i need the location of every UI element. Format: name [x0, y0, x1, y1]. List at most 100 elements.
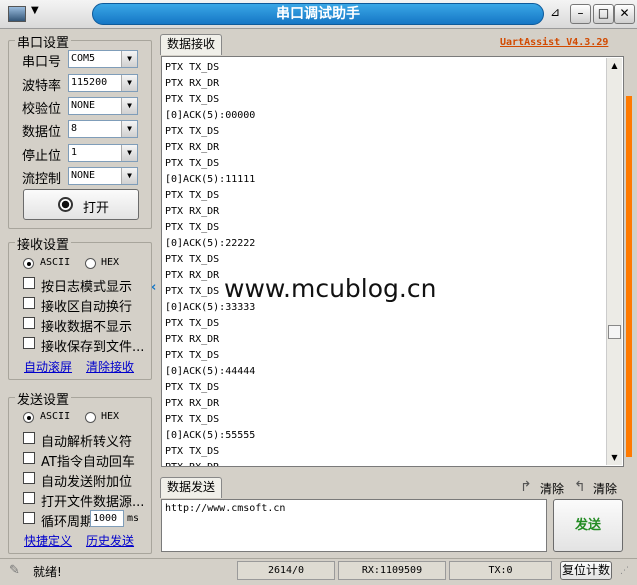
receive-line: PTX RX_DR	[165, 78, 220, 89]
receive-line: PTX TX_DS	[165, 190, 220, 201]
recv-option-checkbox[interactable]	[23, 277, 35, 289]
send-option-label: 自动解析转义符	[41, 435, 133, 450]
send-option-checkbox[interactable]	[23, 472, 35, 484]
receive-line: PTX TX_DS	[165, 350, 220, 361]
clear-arrow-icon: ↱	[520, 479, 532, 495]
send-input[interactable]: http://www.cmsoft.cn	[161, 499, 547, 552]
parity-select[interactable]: NONE ▼	[68, 97, 138, 115]
scroll-thumb[interactable]	[608, 325, 621, 339]
flowcontrol-label: 流控制	[22, 172, 62, 187]
recv-option-checkbox[interactable]	[23, 337, 35, 349]
receive-line: PTX TX_DS	[165, 446, 220, 457]
clear-button-2[interactable]: 清除	[593, 480, 617, 497]
port-label: 串口号	[22, 55, 62, 70]
receive-line: PTX TX_DS	[165, 94, 220, 105]
receive-settings-title: 接收设置	[15, 234, 72, 253]
send-ascii-radio[interactable]	[23, 412, 34, 423]
send-option-checkbox[interactable]	[23, 452, 35, 464]
serial-settings-title: 串口设置	[15, 32, 72, 51]
side-accent-strip	[626, 96, 632, 457]
receive-line: PTX RX_DR	[165, 206, 220, 217]
receive-line: [0]ACK(5):11111	[165, 174, 256, 185]
clear-receive-link[interactable]: 清除接收	[86, 358, 134, 375]
port-select[interactable]: COM5 ▼	[68, 50, 138, 68]
pin-icon[interactable]: ⊿	[550, 5, 560, 19]
clear-button-1[interactable]: 清除	[540, 480, 564, 497]
scroll-down-icon[interactable]: ▼	[607, 450, 622, 465]
recv-option-checkbox[interactable]	[23, 317, 35, 329]
reset-count-button[interactable]: 复位计数	[560, 561, 612, 580]
receive-line: PTX TX_DS	[165, 382, 220, 393]
collapse-panel-icon[interactable]: ‹	[151, 280, 159, 304]
receive-line: [0]ACK(5):00000	[165, 110, 256, 121]
close-button[interactable]: ✕	[614, 4, 635, 24]
chevron-down-icon: ▼	[121, 168, 137, 184]
send-option-checkbox[interactable]	[23, 432, 35, 444]
shortcuts-link[interactable]: 快捷定义	[24, 532, 72, 549]
chevron-down-icon: ▼	[121, 98, 137, 114]
databits-label: 数据位	[22, 125, 62, 140]
maximize-button[interactable]: □	[593, 4, 614, 24]
receive-area[interactable]: PTX TX_DS PTX RX_DR PTX TX_DS [0]ACK(5):000…	[161, 56, 624, 467]
recv-ascii-radio[interactable]	[23, 258, 34, 269]
chevron-down-icon[interactable]: ▼	[31, 5, 45, 16]
send-hex-label: HEX	[101, 411, 120, 422]
scroll-up-icon[interactable]: ▲	[607, 58, 622, 73]
flowcontrol-select[interactable]: NONE ▼	[68, 167, 138, 185]
ready-icon: ✎	[9, 563, 20, 578]
minimize-button[interactable]: –	[570, 4, 591, 24]
baud-label: 波特率	[22, 79, 62, 94]
receive-line: PTX TX_DS	[165, 254, 220, 265]
receive-line: PTX TX_DS	[165, 158, 220, 169]
receive-line: PTX RX_DR	[165, 334, 220, 345]
ready-text: 就绪!	[33, 565, 62, 579]
watermark-text: www.mcublog.cn	[224, 274, 437, 303]
cycle-input[interactable]: 1000	[90, 510, 124, 527]
recv-option-label: 接收保存到文件...	[41, 340, 145, 355]
app-icon[interactable]	[8, 6, 26, 22]
receive-line: PTX TX_DS	[165, 222, 220, 233]
chevron-down-icon: ▼	[121, 51, 137, 67]
receive-line: PTX TX_DS	[165, 62, 220, 73]
baud-select[interactable]: 115200 ▼	[68, 74, 138, 92]
recv-ascii-label: ASCII	[40, 257, 71, 268]
receive-scrollbar[interactable]: ▲ ▼	[606, 58, 622, 465]
recv-option-checkbox[interactable]	[23, 297, 35, 309]
receive-line: PTX TX_DS	[165, 126, 220, 137]
recv-option-label: 接收数据不显示	[41, 320, 133, 335]
databits-select[interactable]: 8 ▼	[68, 120, 138, 138]
chevron-down-icon: ▼	[121, 121, 137, 137]
recv-hex-radio[interactable]	[85, 258, 96, 269]
tab-data-receive[interactable]: 数据接收	[160, 34, 222, 55]
cycle-checkbox[interactable]	[23, 512, 35, 524]
tab-data-send[interactable]: 数据发送	[160, 477, 222, 498]
send-ascii-label: ASCII	[40, 411, 71, 422]
auto-scroll-link[interactable]: 自动滚屏	[24, 358, 72, 375]
stopbits-select[interactable]: 1 ▼	[68, 144, 138, 162]
recv-option-label: 接收区自动换行	[41, 300, 133, 315]
send-button[interactable]: 发送	[553, 499, 623, 552]
version-link[interactable]: UartAssist V4.3.29	[500, 37, 608, 48]
rx-counter: RX:1109509	[338, 561, 446, 580]
power-icon	[58, 197, 73, 212]
history-link[interactable]: 历史发送	[86, 532, 134, 549]
cycle-label: 循环周期	[41, 515, 94, 530]
cycle-unit: ms	[127, 513, 140, 524]
recv-hex-label: HEX	[101, 257, 120, 268]
receive-line: PTX TX_DS	[165, 414, 220, 425]
send-hex-radio[interactable]	[85, 412, 96, 423]
receive-line: PTX RX_DR	[165, 460, 255, 466]
tx-counter: TX:0	[449, 561, 552, 580]
send-option-label: 自动发送附加位	[41, 475, 133, 490]
send-option-checkbox[interactable]	[23, 492, 35, 504]
recv-option-label: 按日志模式显示	[41, 280, 133, 295]
chevron-down-icon: ▼	[121, 145, 137, 161]
counter-display: 2614/0	[237, 561, 335, 580]
receive-line: [0]ACK(5):22222	[165, 238, 256, 249]
open-port-button[interactable]: 打开	[23, 189, 139, 220]
send-settings-title: 发送设置	[15, 389, 72, 408]
resize-grip-icon[interactable]: ⋰	[620, 566, 629, 576]
send-text: http://www.cmsoft.cn	[165, 503, 286, 514]
receive-line: [0]ACK(5):55555	[165, 430, 256, 441]
receive-text: PTX TX_DS PTX RX_DR PTX TX_DS [0]ACK(5):000…	[165, 60, 256, 466]
